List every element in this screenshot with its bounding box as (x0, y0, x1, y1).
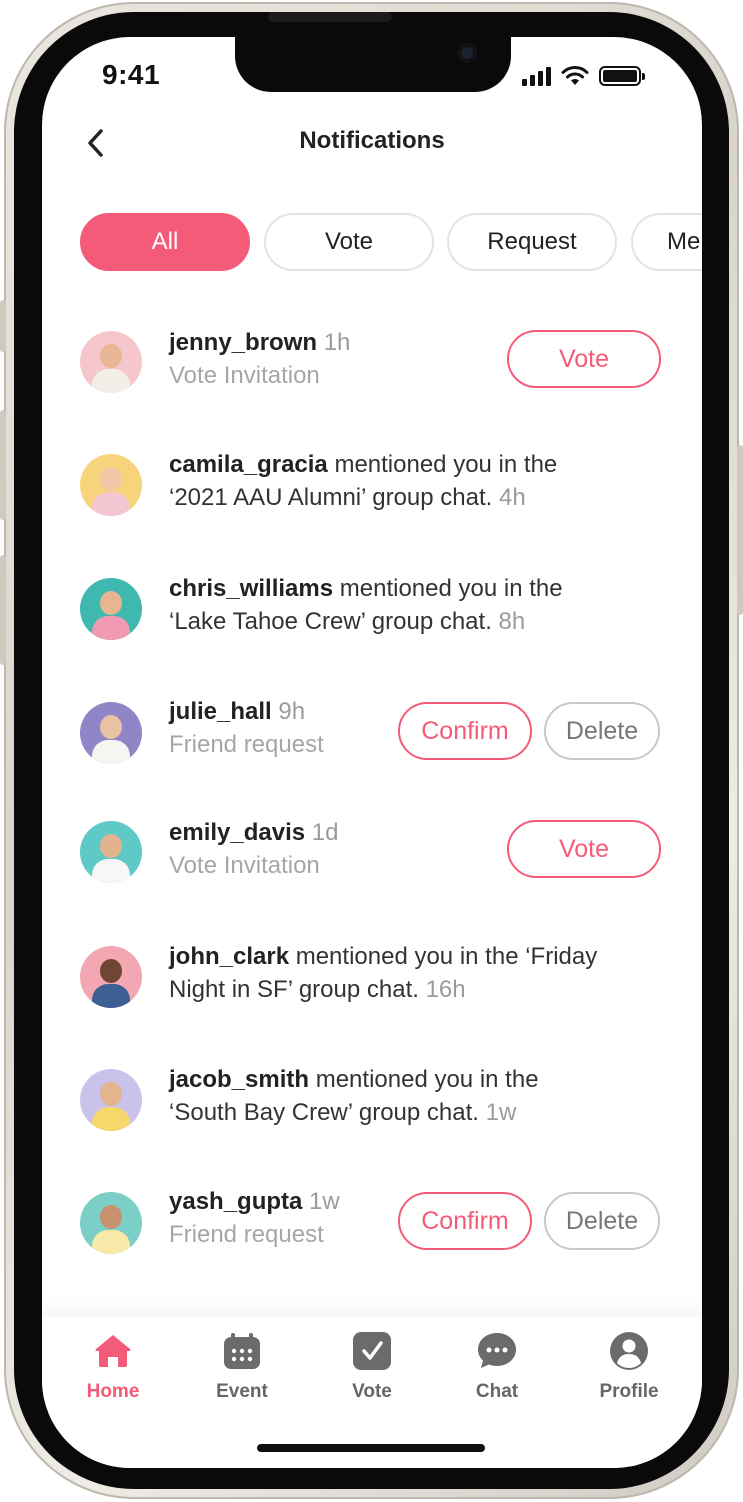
screen: 9:41 Notifications All Vote Request Me j… (42, 37, 702, 1468)
wifi-icon (561, 66, 589, 85)
notification-type: Vote Invitation (169, 852, 320, 879)
notification-text: emily_davis 1d Vote Invitation (169, 816, 338, 882)
power-button (737, 445, 743, 615)
status-time: 9:41 (102, 59, 161, 90)
username[interactable]: emily_davis (169, 819, 305, 846)
tab-event[interactable]: Event (187, 1331, 297, 1411)
mention-text: mentioned you in the (333, 575, 563, 602)
vote-button[interactable]: Vote (507, 330, 661, 388)
earpiece-speaker (268, 12, 392, 22)
avatar (80, 454, 142, 516)
cellular-signal-icon (522, 66, 551, 86)
username[interactable]: yash_gupta (169, 1188, 302, 1215)
notification-text: yash_gupta 1w Friend request (169, 1185, 340, 1251)
avatar (80, 578, 142, 640)
battery-icon (599, 66, 645, 86)
avatar (80, 1069, 142, 1131)
tab-profile[interactable]: Profile (574, 1331, 684, 1411)
avatar (80, 821, 142, 883)
home-indicator[interactable] (257, 1444, 485, 1452)
header: Notifications (42, 119, 702, 165)
silent-switch (0, 300, 6, 352)
delete-button[interactable]: Delete (544, 702, 660, 760)
filter-chip-request[interactable]: Request (447, 213, 617, 271)
notification-text: julie_hall 9h Friend request (169, 695, 324, 761)
time-ago: 16h (425, 976, 466, 1003)
notification-type: Vote Invitation (169, 362, 320, 389)
confirm-button[interactable]: Confirm (398, 702, 532, 760)
tab-label: Chat (475, 1381, 519, 1402)
avatar (80, 946, 142, 1008)
home-icon (93, 1331, 133, 1371)
time-ago: 1d (311, 819, 339, 846)
notification-text: john_clark mentioned you in the ‘Friday … (169, 940, 597, 1006)
mention-text: mentioned you in the (327, 451, 558, 478)
notification-type: Friend request (169, 1221, 324, 1248)
tab-vote[interactable]: Vote (317, 1331, 427, 1411)
time-ago: 4h (498, 484, 526, 511)
notification-type: Friend request (169, 731, 324, 758)
username[interactable]: jenny_brown (169, 329, 317, 356)
avatar (80, 1192, 142, 1254)
notification-text: jenny_brown 1h Vote Invitation (169, 326, 350, 392)
filter-chip-all[interactable]: All (80, 213, 250, 271)
vote-check-icon (352, 1331, 392, 1371)
page-title: Notifications (299, 127, 445, 154)
vote-button[interactable]: Vote (507, 820, 661, 878)
notification-text: chris_williams mentioned you in the ‘Lak… (169, 572, 563, 638)
notification-text: jacob_smith mentioned you in the ‘South … (169, 1063, 539, 1129)
mention-text-line2: ‘South Bay Crew’ group chat. (169, 1099, 479, 1126)
filter-chip-mentions[interactable]: Me (631, 213, 702, 271)
time-ago: 1w (309, 1188, 340, 1215)
time-ago: 9h (278, 698, 306, 725)
bottom-tab-bar: Home Event Vote Chat Profile (42, 1317, 702, 1468)
status-icons (522, 65, 645, 86)
front-camera (457, 43, 477, 63)
notification-text: camila_gracia mentioned you in the ‘2021… (169, 448, 557, 514)
mention-text: mentioned you in the ‘Friday (289, 943, 598, 970)
delete-button[interactable]: Delete (544, 1192, 660, 1250)
tab-chat[interactable]: Chat (442, 1331, 552, 1411)
username[interactable]: julie_hall (169, 698, 272, 725)
username[interactable]: camila_gracia (169, 451, 328, 478)
tab-label: Home (86, 1381, 140, 1402)
mention-text-line2: ‘Lake Tahoe Crew’ group chat. (169, 608, 492, 635)
mention-text-line2: ‘2021 AAU Alumni’ group chat. (169, 484, 493, 511)
filter-chips: All Vote Request Me (80, 213, 702, 273)
tab-label: Event (216, 1381, 268, 1402)
username[interactable]: jacob_smith (169, 1066, 309, 1093)
tab-home[interactable]: Home (58, 1331, 168, 1411)
time-ago: 1h (323, 329, 351, 356)
tab-label: Vote (352, 1381, 392, 1402)
time-ago: 1w (485, 1099, 517, 1126)
username[interactable]: john_clark (169, 943, 289, 970)
volume-up-button (0, 410, 6, 520)
avatar (80, 331, 142, 393)
notch (235, 37, 511, 92)
mention-text: mentioned you in the (309, 1066, 539, 1093)
calendar-icon (222, 1331, 262, 1371)
profile-icon (609, 1331, 649, 1371)
confirm-button[interactable]: Confirm (398, 1192, 532, 1250)
avatar (80, 702, 142, 764)
time-ago: 8h (498, 608, 526, 635)
mention-text-line2: Night in SF’ group chat. (169, 976, 419, 1003)
volume-down-button (0, 555, 6, 665)
chat-bubble-icon (477, 1331, 517, 1371)
username[interactable]: chris_williams (169, 575, 333, 602)
filter-chip-vote[interactable]: Vote (264, 213, 434, 271)
tab-label: Profile (599, 1381, 659, 1402)
